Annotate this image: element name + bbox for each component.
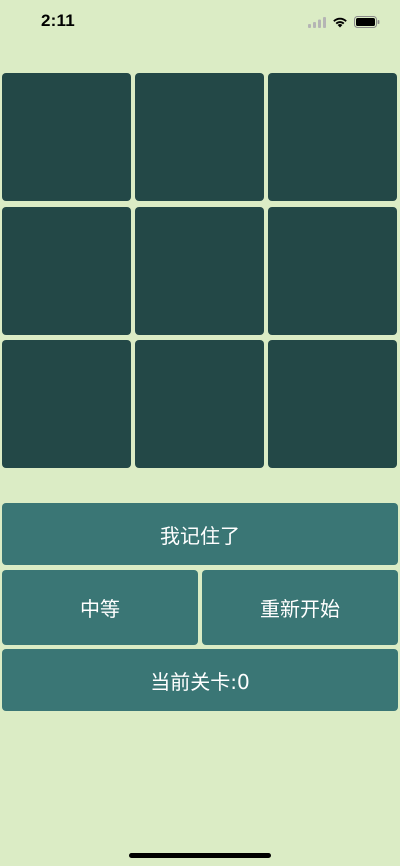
current-level-button[interactable]: 当前关卡:0	[2, 649, 398, 711]
grid-tile[interactable]	[2, 340, 131, 468]
grid-tile[interactable]	[268, 340, 397, 468]
status-time: 2:11	[41, 11, 75, 30]
grid-tile[interactable]	[268, 207, 397, 335]
wifi-icon	[332, 13, 348, 32]
home-indicator	[129, 853, 271, 858]
restart-button[interactable]: 重新开始	[202, 570, 398, 645]
battery-icon	[354, 13, 380, 32]
grid-tile[interactable]	[2, 73, 131, 201]
grid-tile[interactable]	[2, 207, 131, 335]
grid-tile[interactable]	[135, 340, 264, 468]
remember-button[interactable]: 我记住了	[2, 503, 398, 565]
status-icons	[308, 13, 380, 32]
grid-tile[interactable]	[268, 73, 397, 201]
grid-tile[interactable]	[135, 207, 264, 335]
status-bar: 2:11	[0, 0, 400, 44]
difficulty-button[interactable]: 中等	[2, 570, 198, 645]
cellular-signal-icon	[308, 13, 326, 32]
grid-tile[interactable]	[135, 73, 264, 201]
